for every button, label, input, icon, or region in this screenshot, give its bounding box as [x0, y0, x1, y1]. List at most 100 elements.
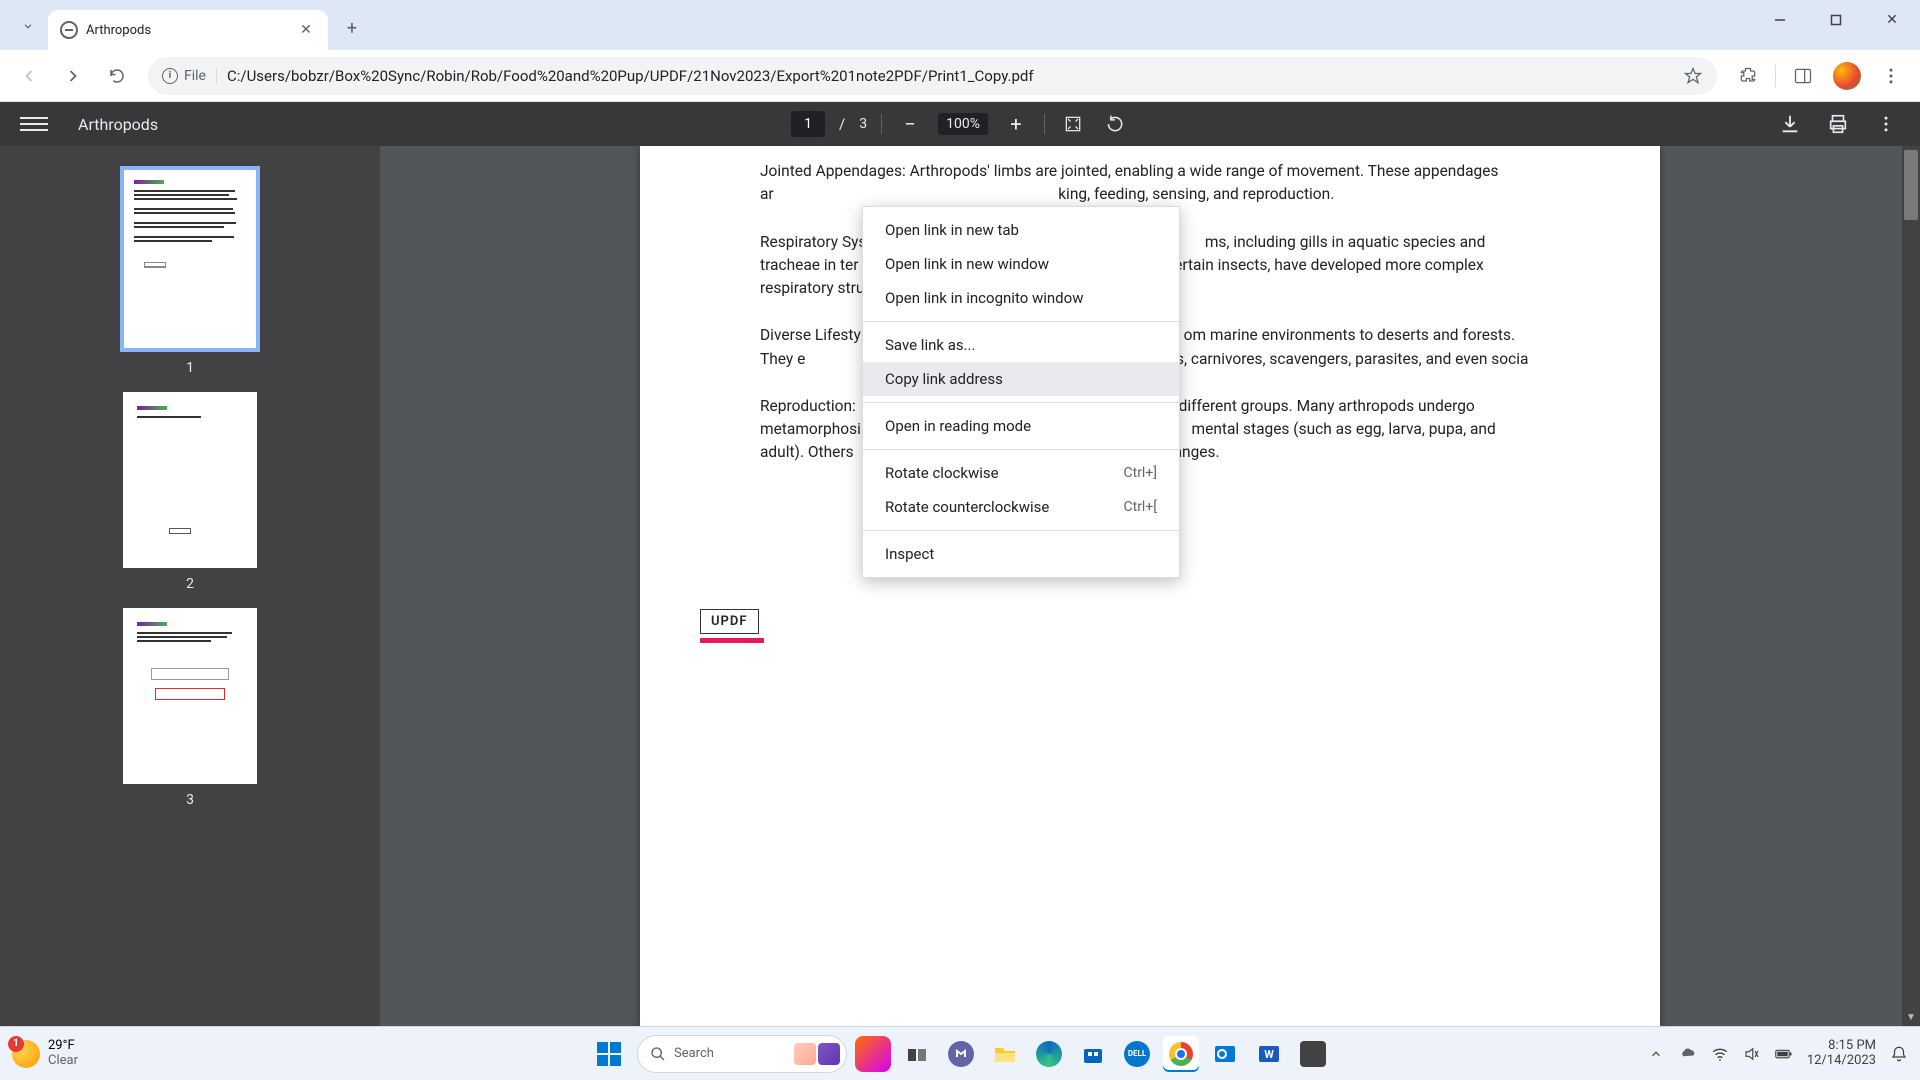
ctx-open-new-window[interactable]: Open link in new window: [863, 247, 1179, 281]
print-button[interactable]: [1824, 110, 1852, 138]
ctx-copy-link-address[interactable]: Copy link address: [863, 362, 1179, 396]
address-bar-row: i File C:/Users/bobzr/Box%20Sync/Robin/R…: [0, 50, 1920, 102]
pdf-toolbar-right: [1776, 110, 1900, 138]
tray-onedrive-icon[interactable]: [1679, 1045, 1697, 1063]
search-highlight-icon: [818, 1043, 840, 1065]
thumbnail-page-3[interactable]: 3: [123, 608, 257, 808]
forward-button[interactable]: [54, 57, 92, 95]
toolbar-separator: [1775, 65, 1776, 87]
taskbar-edge[interactable]: [1031, 1036, 1067, 1072]
sidebar-toggle-button[interactable]: [20, 110, 48, 138]
extensions-icon[interactable]: [1729, 57, 1767, 95]
ctx-separator: [863, 321, 1179, 322]
taskbar-store[interactable]: [1075, 1036, 1111, 1072]
page-separator: /: [839, 115, 845, 133]
tray-battery-icon[interactable]: [1775, 1045, 1793, 1063]
kebab-menu-icon[interactable]: [1872, 57, 1910, 95]
tray-notifications-icon[interactable]: [1890, 1045, 1908, 1063]
weather-icon: 1: [12, 1040, 40, 1068]
ctx-save-link-as[interactable]: Save link as...: [863, 328, 1179, 362]
taskbar-dell[interactable]: DELL: [1119, 1036, 1155, 1072]
rotate-button[interactable]: [1101, 110, 1129, 138]
pdf-more-menu[interactable]: [1872, 110, 1900, 138]
tray-volume-icon[interactable]: [1743, 1045, 1761, 1063]
start-button[interactable]: [589, 1034, 629, 1074]
taskbar-chrome[interactable]: [1163, 1036, 1199, 1072]
ctx-rotate-counterclockwise[interactable]: Rotate counterclockwiseCtrl+[: [863, 490, 1179, 524]
thumbnail-page-1[interactable]: 1: [120, 166, 260, 376]
thumbnail-number: 3: [186, 792, 194, 808]
toolbar-divider: [881, 114, 882, 134]
taskbar-app-icon[interactable]: [1295, 1036, 1331, 1072]
taskbar-outlook[interactable]: [1207, 1036, 1243, 1072]
weather-condition: Clear: [48, 1054, 78, 1068]
new-tab-button[interactable]: +: [334, 10, 370, 46]
browser-titlebar: Arthropods ✕ + ✕: [0, 0, 1920, 50]
minimize-button[interactable]: [1752, 0, 1808, 40]
url-text: C:/Users/bobzr/Box%20Sync/Robin/Rob/Food…: [227, 67, 1673, 85]
windows-taskbar: 1 29°F Clear Search DELL W: [0, 1026, 1920, 1080]
info-icon: i: [162, 68, 178, 84]
tab-title: Arthropods: [86, 23, 288, 38]
scroll-thumb[interactable]: [1904, 150, 1918, 220]
taskbar-app-icon[interactable]: [943, 1036, 979, 1072]
svg-text:W: W: [1264, 1048, 1274, 1061]
page-number-input[interactable]: 1: [791, 111, 825, 137]
zoom-out-button[interactable]: −: [896, 110, 924, 138]
thumbnail-page-2[interactable]: 2: [123, 392, 257, 592]
ctx-separator: [863, 449, 1179, 450]
tray-chevron-up-icon[interactable]: [1647, 1045, 1665, 1063]
thumbnail-number: 1: [186, 360, 194, 376]
close-tab-button[interactable]: ✕: [296, 20, 316, 40]
tab-search-dropdown[interactable]: [8, 6, 48, 46]
taskbar-word[interactable]: W: [1251, 1036, 1287, 1072]
download-button[interactable]: [1776, 110, 1804, 138]
tray-wifi-icon[interactable]: [1711, 1045, 1729, 1063]
pdf-toolbar: Arthropods 1 / 3 − 100% +: [0, 102, 1920, 146]
toolbar-right: [1729, 57, 1910, 95]
ctx-separator: [863, 530, 1179, 531]
thumbnail-panel[interactable]: 1 2 3: [0, 146, 380, 1026]
ctx-separator: [863, 402, 1179, 403]
ctx-reading-mode[interactable]: Open in reading mode: [863, 409, 1179, 443]
ctx-open-new-tab[interactable]: Open link in new tab: [863, 213, 1179, 247]
updf-underline: [700, 638, 764, 643]
zoom-in-button[interactable]: +: [1002, 110, 1030, 138]
back-button[interactable]: [10, 57, 48, 95]
weather-widget[interactable]: 1 29°F Clear: [12, 1039, 78, 1068]
ctx-inspect[interactable]: Inspect: [863, 537, 1179, 571]
chip-divider: [216, 68, 217, 84]
thumbnail-number: 2: [186, 576, 194, 592]
pdf-toolbar-center: 1 / 3 − 100% +: [791, 110, 1129, 138]
reload-button[interactable]: [98, 57, 136, 95]
side-panel-icon[interactable]: [1784, 57, 1822, 95]
toolbar-divider: [1044, 114, 1045, 134]
scroll-down-arrow[interactable]: ▼: [1902, 1008, 1920, 1026]
search-highlight-icon: [794, 1043, 816, 1065]
weather-temp: 29°F: [48, 1039, 78, 1053]
ctx-rotate-clockwise[interactable]: Rotate clockwiseCtrl+]: [863, 456, 1179, 490]
tray-time: 8:15 PM: [1828, 1039, 1876, 1054]
taskbar-app-icon[interactable]: [899, 1036, 935, 1072]
omnibox[interactable]: i File C:/Users/bobzr/Box%20Sync/Robin/R…: [148, 57, 1717, 95]
zoom-level[interactable]: 100%: [938, 113, 988, 135]
vertical-scrollbar[interactable]: ▲ ▼: [1902, 146, 1920, 1026]
taskbar-center: Search DELL W: [589, 1034, 1331, 1074]
site-info-chip[interactable]: i File: [162, 68, 217, 84]
search-placeholder: Search: [674, 1046, 714, 1061]
ctx-open-incognito[interactable]: Open link in incognito window: [863, 281, 1179, 315]
taskbar-search[interactable]: Search: [637, 1035, 847, 1073]
system-tray: 8:15 PM 12/14/2023: [1647, 1039, 1908, 1069]
fit-to-page-button[interactable]: [1059, 110, 1087, 138]
taskbar-file-explorer[interactable]: [987, 1036, 1023, 1072]
taskbar-app-icon[interactable]: [855, 1036, 891, 1072]
pdf-document-title: Arthropods: [78, 115, 158, 134]
tray-clock[interactable]: 8:15 PM 12/14/2023: [1807, 1039, 1876, 1069]
updf-link-badge[interactable]: UPDF: [700, 609, 759, 634]
profile-avatar[interactable]: [1828, 57, 1866, 95]
bookmark-star-icon[interactable]: [1683, 66, 1703, 86]
browser-tab[interactable]: Arthropods ✕: [48, 10, 328, 50]
tray-date: 12/14/2023: [1807, 1054, 1876, 1069]
close-window-button[interactable]: ✕: [1864, 0, 1920, 40]
maximize-button[interactable]: [1808, 0, 1864, 40]
